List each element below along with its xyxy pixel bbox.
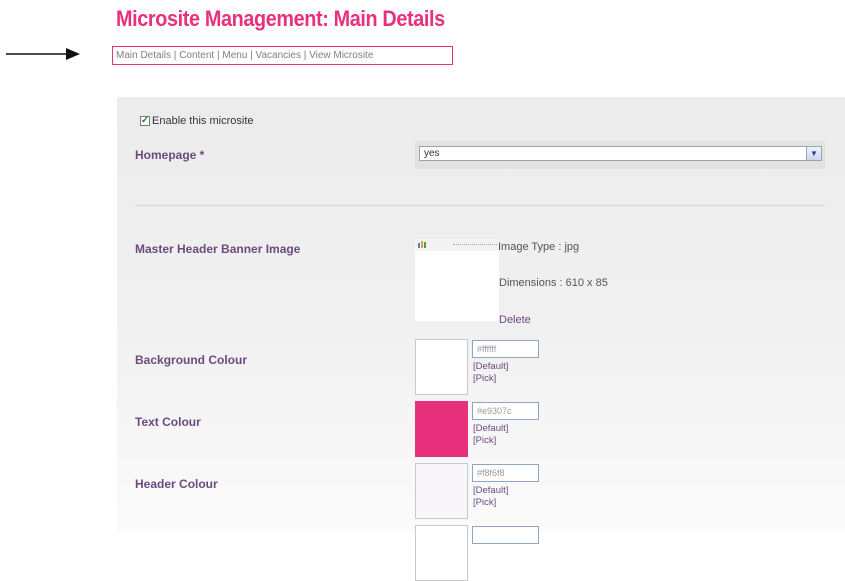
nav-link-vacancies[interactable]: Vacancies <box>256 50 301 61</box>
nav-separator: | <box>171 50 180 61</box>
text-colour-swatch[interactable] <box>415 401 468 457</box>
delete-banner-link[interactable]: Delete <box>499 314 531 326</box>
image-thumbnail-icon <box>418 241 426 248</box>
page-title: Microsite Management: Main Details <box>116 6 445 31</box>
banner-image-preview <box>415 239 499 321</box>
homepage-select[interactable]: yes ▼ <box>419 146 822 161</box>
text-colour-pick-link[interactable]: [Pick] <box>473 435 496 446</box>
nav-link-content[interactable]: Content <box>179 50 214 61</box>
background-colour-label: Background Colour <box>135 353 248 367</box>
microsite-nav: Main Details | Content | Menu | Vacancie… <box>112 46 453 65</box>
nav-link-view-microsite[interactable]: View Microsite <box>309 50 373 61</box>
image-type-text: Image Type : jpg <box>498 241 580 253</box>
image-dimensions-text: Dimensions : 610 x 85 <box>499 277 608 289</box>
next-colour-swatch[interactable] <box>415 525 468 581</box>
details-form-panel: ✓ Enable this microsite Homepage * yes ▼… <box>117 97 845 581</box>
enable-microsite-checkbox[interactable]: ✓ <box>140 116 150 126</box>
enable-microsite-label: Enable this microsite <box>152 115 254 127</box>
check-icon: ✓ <box>140 115 150 126</box>
header-colour-default-link[interactable]: [Default] <box>473 485 508 496</box>
pointer-arrow-icon <box>6 48 80 60</box>
homepage-select-value: yes <box>424 148 440 159</box>
next-colour-input[interactable] <box>472 526 539 544</box>
text-colour-default-link[interactable]: [Default] <box>473 423 508 434</box>
background-colour-default-link[interactable]: [Default] <box>473 361 508 372</box>
homepage-label: Homepage * <box>135 148 205 162</box>
header-colour-pick-link[interactable]: [Pick] <box>473 497 496 508</box>
nav-link-main-details[interactable]: Main Details <box>116 50 171 61</box>
chevron-down-icon[interactable]: ▼ <box>806 147 821 160</box>
section-divider <box>135 205 825 206</box>
banner-image-strip <box>415 239 499 251</box>
background-colour-input[interactable]: #ffffff <box>472 340 539 358</box>
header-colour-swatch[interactable] <box>415 463 468 519</box>
nav-separator: | <box>300 50 310 61</box>
nav-link-menu[interactable]: Menu <box>222 50 247 61</box>
nav-separator: | <box>247 50 256 61</box>
header-colour-label: Header Colour <box>135 477 218 491</box>
enable-microsite-row: ✓ Enable this microsite <box>140 115 254 127</box>
header-colour-input[interactable]: #f8f6f8 <box>472 464 539 482</box>
homepage-field-row: yes ▼ <box>415 141 825 169</box>
banner-dots <box>453 244 497 245</box>
background-colour-swatch[interactable] <box>415 339 468 395</box>
background-colour-pick-link[interactable]: [Pick] <box>473 373 496 384</box>
banner-image-label: Master Header Banner Image <box>135 242 301 256</box>
text-colour-label: Text Colour <box>135 415 201 429</box>
text-colour-input[interactable]: #e9307c <box>472 402 539 420</box>
